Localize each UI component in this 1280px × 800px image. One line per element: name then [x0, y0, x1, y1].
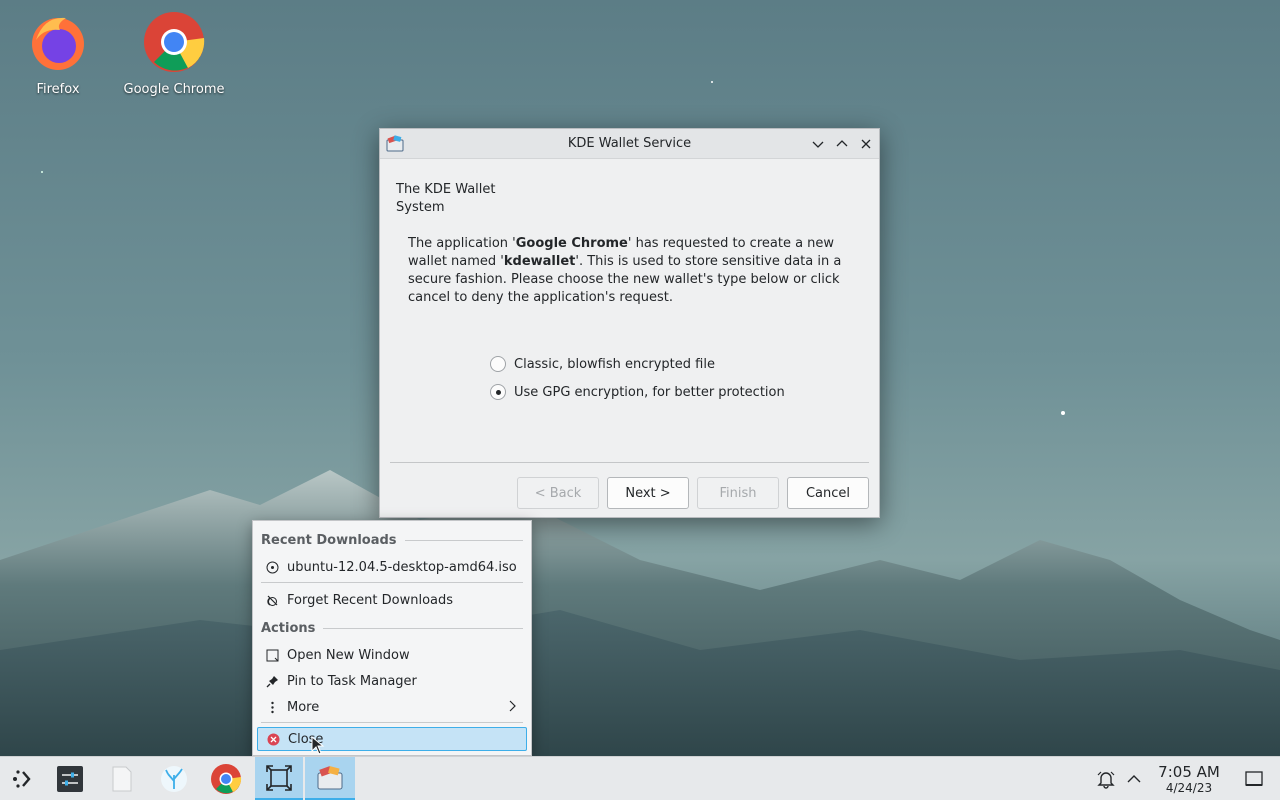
taskbar-window-switcher[interactable]	[255, 757, 303, 800]
taskbar-context-menu: Recent Downloads ubuntu-12.04.5-desktop-…	[252, 520, 532, 756]
more-vertical-icon	[265, 700, 279, 714]
desktop-icon-label: Firefox	[36, 82, 80, 97]
menu-item-open-new-window[interactable]: Open New Window	[257, 643, 527, 667]
close-icon	[861, 139, 871, 149]
settings-icon	[57, 766, 83, 792]
chevron-right-icon	[509, 700, 516, 712]
desktop-icon-google-chrome[interactable]: Google Chrome	[119, 10, 229, 97]
tray-notifications[interactable]	[1094, 757, 1118, 800]
disc-image-icon	[265, 560, 279, 574]
option-label: Use GPG encryption, for better protectio…	[514, 384, 785, 400]
taskbar: 7:05 AM 4/24/23	[0, 756, 1280, 800]
maximize-button[interactable]	[833, 135, 851, 153]
clear-icon	[265, 593, 279, 607]
new-window-icon	[265, 648, 279, 662]
back-button[interactable]: < Back	[517, 477, 599, 509]
finish-button[interactable]: Finish	[697, 477, 779, 509]
app-name: Google Chrome	[515, 236, 628, 251]
taskbar-system-settings[interactable]	[48, 757, 92, 800]
taskbar-kwallet[interactable]	[305, 757, 355, 800]
taskbar-files[interactable]	[100, 757, 144, 800]
files-icon	[112, 766, 132, 792]
taskbar-discover[interactable]	[152, 757, 196, 800]
taskbar-google-chrome[interactable]	[204, 757, 248, 800]
dialog-heading: The KDE Wallet System	[396, 182, 496, 215]
option-gpg-encryption[interactable]: Use GPG encryption, for better protectio…	[490, 384, 785, 400]
kwallet-icon	[317, 765, 343, 789]
chrome-icon	[211, 764, 242, 794]
section-actions: Actions	[261, 621, 523, 636]
option-classic-blowfish[interactable]: Classic, blowfish encrypted file	[490, 356, 715, 372]
dialog-body: The KDE Wallet System The application 'G…	[380, 159, 879, 518]
menu-item-more[interactable]: More	[257, 695, 527, 719]
chevron-up-icon	[1127, 775, 1141, 783]
menu-item-close[interactable]: Close	[257, 727, 527, 751]
menu-divider	[261, 722, 523, 723]
next-button[interactable]: Next >	[607, 477, 689, 509]
close-circle-icon	[266, 732, 280, 746]
discover-icon	[161, 766, 187, 792]
firefox-icon	[32, 17, 84, 70]
menu-item-pin-to-task-manager[interactable]: Pin to Task Manager	[257, 669, 527, 693]
clock-time: 7:05 AM	[1158, 763, 1220, 781]
clock-date: 4/24/23	[1165, 781, 1213, 795]
dialog-message: The application 'Google Chrome' has requ…	[408, 236, 842, 305]
tray-show-hidden[interactable]	[1124, 757, 1144, 800]
dialog-title: KDE Wallet Service	[567, 136, 692, 151]
digital-clock[interactable]: 7:05 AM 4/24/23	[1150, 763, 1228, 796]
button-separator	[390, 462, 869, 463]
option-label: Classic, blowfish encrypted file	[514, 356, 715, 372]
chevron-down-icon	[812, 141, 824, 148]
menu-item-recent-download[interactable]: ubuntu-12.04.5-desktop-amd64.iso	[257, 555, 527, 579]
mouse-cursor-icon	[311, 736, 325, 755]
window-switcher-icon	[266, 764, 292, 791]
bell-icon	[1097, 771, 1115, 789]
application-launcher-icon	[13, 770, 31, 788]
menu-divider	[261, 582, 523, 583]
dialog-titlebar[interactable]: KDE Wallet Service	[380, 129, 879, 159]
desktop-icon-firefox[interactable]: Firefox	[3, 10, 113, 97]
kde-wallet-dialog: KDE Wallet Service The KDE Wallet System…	[379, 128, 880, 518]
cancel-button[interactable]: Cancel	[787, 477, 869, 509]
desktop-icon-label: Google Chrome	[123, 82, 225, 97]
taskbar-application-launcher[interactable]	[0, 757, 44, 800]
radio-button[interactable]	[490, 356, 506, 372]
pin-icon	[265, 674, 279, 688]
close-window-button[interactable]	[857, 135, 875, 153]
chrome-icon	[144, 12, 205, 72]
menu-item-forget-downloads[interactable]: Forget Recent Downloads	[257, 588, 527, 612]
chevron-up-icon	[836, 140, 848, 147]
show-desktop-icon	[1245, 771, 1263, 786]
radio-button-checked[interactable]	[490, 384, 506, 400]
section-recent-downloads: Recent Downloads	[261, 533, 523, 548]
tray-show-desktop[interactable]	[1242, 757, 1266, 800]
minimize-button[interactable]	[809, 135, 827, 153]
wallet-name: kdewallet	[503, 254, 576, 269]
